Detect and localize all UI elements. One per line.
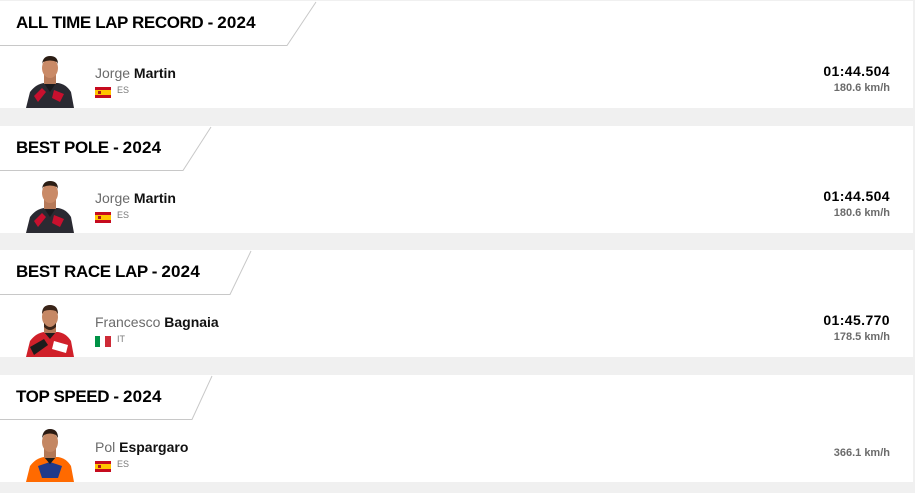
rider-name[interactable]: Jorge Martin (95, 64, 176, 82)
rider-country: ES (95, 458, 130, 472)
record-card-header: BEST RACE LAP - 2024 (0, 250, 913, 295)
record-title: BEST RACE LAP - 2024 (16, 262, 200, 281)
rider-last-name: Espargaro (119, 439, 189, 455)
record-title: ALL TIME LAP RECORD - 2024 (16, 13, 256, 32)
record-year: 2024 (217, 13, 256, 32)
rider-name[interactable]: Jorge Martin (95, 189, 176, 207)
lap-time: 01:45.770 (823, 312, 890, 328)
record-rider-row[interactable]: Jorge Martin ES 01:44.504 180.6 km/h (0, 171, 913, 233)
rider-country: ES (95, 209, 130, 223)
rider-first-name: Francesco (95, 314, 161, 330)
rider-avatar[interactable] (24, 177, 76, 233)
record-title-text: BEST POLE (16, 138, 109, 157)
rider-first-name: Pol (95, 439, 116, 455)
rider-country: ES (95, 84, 130, 98)
top-speed-value: 366.1 km/h (833, 447, 890, 459)
spain-flag-icon (95, 210, 111, 223)
rider-name[interactable]: Francesco Bagnaia (95, 313, 219, 331)
lap-speed: 180.6 km/h (833, 207, 890, 219)
record-year: 2024 (122, 138, 162, 157)
lap-speed: 178.5 km/h (833, 331, 890, 343)
record-rider-row[interactable]: Francesco Bagnaia IT 01:45.770 178.5 km/… (0, 295, 913, 357)
record-card-best-pole: BEST POLE - 2024 Jorge Martin ES 01:44.5… (0, 126, 913, 233)
rider-avatar[interactable] (24, 52, 76, 108)
record-year: 2024 (123, 387, 162, 406)
rider-last-name: Bagnaia (164, 314, 219, 330)
record-title-text: BEST RACE LAP (16, 262, 148, 281)
record-card-best-race-lap: BEST RACE LAP - 2024 Francesco Bagnaia I… (0, 250, 913, 357)
lap-speed: 180.6 km/h (833, 82, 890, 94)
rider-last-name: Martin (133, 190, 176, 206)
record-card-header: BEST POLE - 2024 (0, 126, 913, 171)
country-code: ES (117, 84, 130, 95)
lap-time: 01:44.504 (823, 188, 890, 204)
record-card-header: ALL TIME LAP RECORD - 2024 (0, 1, 913, 46)
record-card-top-speed: TOP SPEED - 2024 Pol Espargaro ES 366.1 … (0, 375, 913, 482)
rider-first-name: Jorge (95, 190, 131, 206)
country-code: IT (117, 333, 125, 344)
country-code: ES (117, 209, 130, 220)
italy-flag-icon (95, 334, 111, 347)
record-rider-row[interactable]: Pol Espargaro ES 366.1 km/h (0, 420, 913, 482)
rider-last-name: Martin (133, 65, 176, 81)
record-title: TOP SPEED - 2024 (16, 387, 162, 406)
rider-first-name: Jorge (95, 65, 131, 81)
record-title: BEST POLE - 2024 (16, 138, 162, 157)
spain-flag-icon (95, 85, 111, 98)
record-card-all-time: ALL TIME LAP RECORD - 2024 Jorge Martin … (0, 1, 913, 108)
rider-avatar[interactable] (24, 426, 76, 482)
record-title-text: TOP SPEED (16, 387, 110, 406)
record-year: 2024 (161, 262, 200, 281)
rider-avatar[interactable] (24, 301, 76, 357)
lap-time: 01:44.504 (823, 63, 890, 79)
rider-name[interactable]: Pol Espargaro (95, 438, 188, 456)
country-code: ES (117, 458, 130, 469)
rider-country: IT (95, 333, 125, 347)
record-card-header: TOP SPEED - 2024 (0, 375, 913, 420)
spain-flag-icon (95, 459, 111, 472)
record-rider-row[interactable]: Jorge Martin ES 01:44.504 180.6 km/h (0, 46, 913, 108)
record-title-text: ALL TIME LAP RECORD (16, 13, 204, 32)
